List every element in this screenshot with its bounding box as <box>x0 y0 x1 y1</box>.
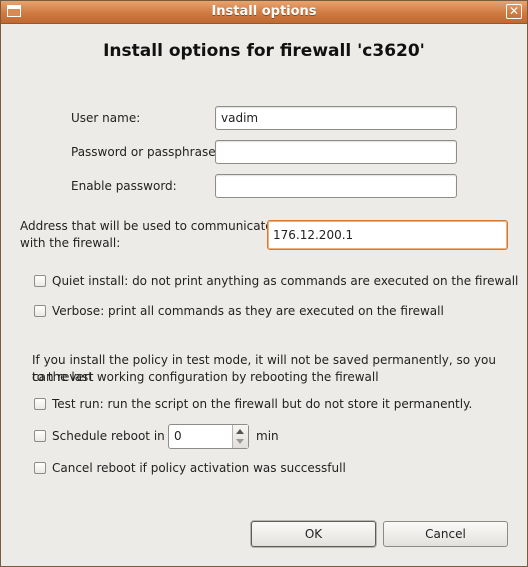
window-title: Install options <box>211 4 317 19</box>
password-label: Password or passphrase: <box>71 145 220 159</box>
cancel-button[interactable]: Cancel <box>383 521 508 547</box>
spin-down-icon[interactable] <box>236 439 244 444</box>
install-options-dialog: Install options ✕ Install options for fi… <box>0 0 528 567</box>
dialog-heading: Install options for firewall 'c3620' <box>103 41 425 61</box>
enable-password-label: Enable password: <box>71 179 177 193</box>
schedule-reboot-checkbox[interactable] <box>34 430 46 442</box>
test-run-label[interactable]: Test run: run the script on the firewall… <box>52 397 472 411</box>
close-icon[interactable]: ✕ <box>506 4 522 19</box>
spin-up-icon[interactable] <box>236 429 244 434</box>
ok-button[interactable]: OK <box>251 521 376 547</box>
title-bar[interactable]: Install options ✕ <box>1 1 527 24</box>
address-field[interactable] <box>267 220 508 250</box>
reboot-minutes-spinbox[interactable]: 0 <box>168 424 249 449</box>
cancel-reboot-checkbox[interactable] <box>34 462 46 474</box>
reboot-unit-label: min <box>256 429 279 443</box>
password-field[interactable] <box>215 140 457 164</box>
address-label-line1: Address that will be used to communicate <box>20 219 273 233</box>
verbose-checkbox[interactable] <box>34 305 46 317</box>
quiet-install-checkbox[interactable] <box>34 275 46 287</box>
quiet-install-label[interactable]: Quiet install: do not print anything as … <box>52 274 518 288</box>
cancel-reboot-label[interactable]: Cancel reboot if policy activation was s… <box>52 461 346 475</box>
verbose-label[interactable]: Verbose: print all commands as they are … <box>52 304 444 318</box>
test-mode-info-line2: to the last working configuration by reb… <box>32 370 379 384</box>
username-label: User name: <box>71 111 141 125</box>
schedule-reboot-label[interactable]: Schedule reboot in <box>52 429 165 443</box>
address-label-line2: with the firewall: <box>20 236 121 250</box>
spinbox-arrows[interactable] <box>232 425 248 448</box>
reboot-minutes-value[interactable]: 0 <box>174 429 182 443</box>
username-field[interactable] <box>215 106 457 130</box>
test-run-checkbox[interactable] <box>34 398 46 410</box>
enable-password-field[interactable] <box>215 174 457 198</box>
